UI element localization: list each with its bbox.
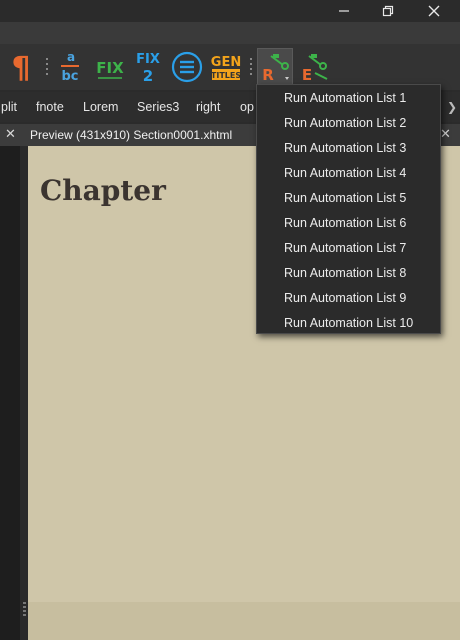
run-automation-button[interactable]: R (257, 48, 293, 86)
menu-item-run-automation-1[interactable]: Run Automation List 1 (257, 86, 440, 111)
close-icon[interactable] (412, 0, 456, 22)
chapter-heading: Chapter (40, 174, 166, 207)
menu-item-run-automation-4[interactable]: Run Automation List 4 (257, 161, 440, 186)
title-bar (0, 0, 460, 22)
svg-text:FIX: FIX (136, 52, 160, 67)
svg-text:2: 2 (143, 67, 153, 85)
spellcheck-icon[interactable]: a bc (55, 49, 85, 85)
edit-automation-icon[interactable]: E (298, 49, 332, 85)
close-icon[interactable]: ✕ (440, 126, 451, 142)
close-icon[interactable]: ✕ (5, 126, 16, 142)
clip-item[interactable]: plit (1, 100, 17, 114)
menu-item-run-automation-6[interactable]: Run Automation List 6 (257, 211, 440, 236)
preview-tab-title: Preview (431x910) Section0001.xhtml (30, 128, 233, 142)
svg-text:R: R (262, 66, 274, 83)
list-icon[interactable] (170, 49, 204, 85)
svg-text:GEN: GEN (211, 55, 241, 70)
toolbar-separator (46, 58, 48, 76)
splitter-handle[interactable] (23, 602, 26, 618)
menu-item-run-automation-2[interactable]: Run Automation List 2 (257, 111, 440, 136)
fix-icon[interactable]: FIX (94, 49, 126, 85)
clip-item[interactable]: Lorem (83, 100, 118, 114)
svg-text:E: E (302, 66, 312, 83)
menu-item-run-automation-10[interactable]: Run Automation List 10 (257, 311, 440, 336)
menu-item-run-automation-5[interactable]: Run Automation List 5 (257, 186, 440, 211)
clip-item[interactable]: fnote (36, 100, 64, 114)
restore-icon[interactable] (366, 0, 410, 22)
chevron-right-icon[interactable]: ❯ (447, 100, 457, 114)
gen-titles-icon[interactable]: GEN TITLES (209, 49, 243, 85)
menu-item-run-automation-7[interactable]: Run Automation List 7 (257, 236, 440, 261)
minimize-icon[interactable] (322, 0, 366, 22)
svg-text:TITLES: TITLES (211, 71, 241, 80)
clip-item[interactable]: right (196, 100, 220, 114)
run-automation-icon: R (259, 51, 291, 87)
svg-text:a: a (67, 50, 75, 64)
menu-item-run-automation-8[interactable]: Run Automation List 8 (257, 261, 440, 286)
clip-item[interactable]: Series3 (137, 100, 179, 114)
code-view-pane[interactable] (0, 146, 28, 640)
menu-item-run-automation-3[interactable]: Run Automation List 3 (257, 136, 440, 161)
paragraph-icon[interactable]: ¶ (6, 49, 36, 85)
svg-text:bc: bc (61, 69, 78, 84)
clip-item[interactable]: op (240, 100, 254, 114)
svg-text:FIX: FIX (96, 59, 124, 77)
toolbar-separator (250, 58, 252, 76)
svg-text:¶: ¶ (11, 51, 30, 83)
fix2-icon[interactable]: FIX 2 (132, 49, 164, 85)
automation-dropdown-menu: Run Automation List 1 Run Automation Lis… (256, 84, 441, 334)
menu-item-run-automation-9[interactable]: Run Automation List 9 (257, 286, 440, 311)
menu-strip (0, 22, 460, 44)
app-window: ¶ a bc FIX FIX 2 GEN TITLES R E plit fno… (0, 0, 460, 640)
